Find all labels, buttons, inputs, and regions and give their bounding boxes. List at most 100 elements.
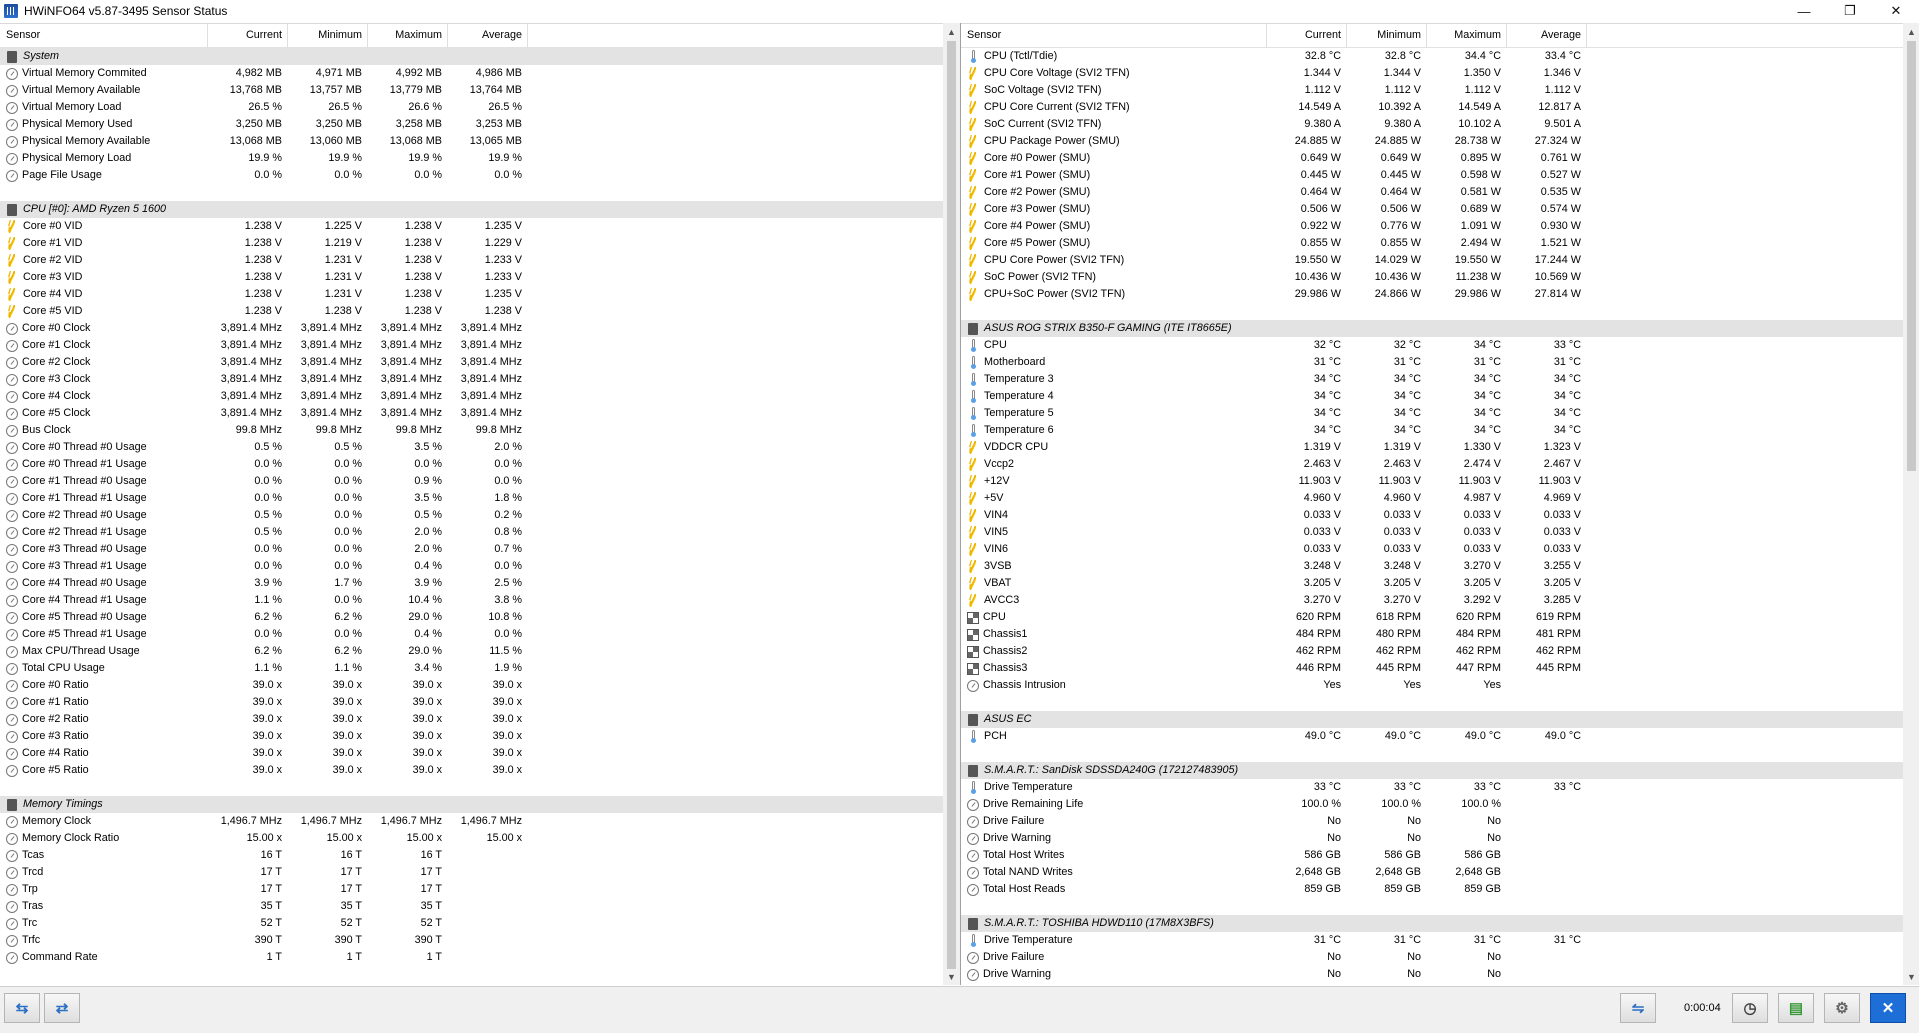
sensor-row[interactable]: Trfc 390 T 390 T 390 T: [0, 932, 943, 949]
sensor-row[interactable]: Max CPU/Thread Usage 6.2 % 6.2 % 29.0 % 11.5…: [0, 643, 943, 660]
sensor-row[interactable]: Core #3 Clock 3,891.4 MHz 3,891.4 MHz 3,891…: [0, 371, 943, 388]
sensor-row[interactable]: Chassis1 484 RPM 480 RPM 484 RPM 481 RPM: [961, 626, 1903, 643]
nav-left-button[interactable]: ⇆: [4, 993, 40, 1023]
network-button[interactable]: ⇋: [1620, 993, 1656, 1023]
sensor-row[interactable]: Core #2 VID 1.238 V 1.231 V 1.238 V 1.233 V: [0, 252, 943, 269]
scroll-thumb[interactable]: [947, 41, 956, 969]
sensor-row[interactable]: SoC Voltage (SVI2 TFN) 1.112 V 1.112 V 1.11…: [961, 82, 1903, 99]
scroll-up-arrow-icon[interactable]: ▲: [1903, 23, 1919, 40]
sensor-row[interactable]: Core #2 Thread #1 Usage 0.5 % 0.0 % 2.0 % 0.…: [0, 524, 943, 541]
close-sensors-button[interactable]: ✕: [1870, 993, 1906, 1023]
sensor-row[interactable]: Total NAND Writes 2,648 GB 2,648 GB 2,648 G…: [961, 864, 1903, 881]
sensor-row[interactable]: Drive Remaining Life 100.0 % 100.0 % 100.0 …: [961, 796, 1903, 813]
sensor-row[interactable]: SoC Current (SVI2 TFN) 9.380 A 9.380 A 10.1…: [961, 116, 1903, 133]
sensor-row[interactable]: CPU 32 °C 32 °C 34 °C 33 °C: [961, 337, 1903, 354]
sensor-group-header[interactable]: CPU [#0]: AMD Ryzen 5 1600: [0, 201, 943, 218]
sensor-row[interactable]: Core #0 Thread #1 Usage 0.0 % 0.0 % 0.0 % 0.…: [0, 456, 943, 473]
sensor-row[interactable]: Virtual Memory Commited 4,982 MB 4,971 MB 4…: [0, 65, 943, 82]
sensor-row[interactable]: Physical Memory Load 19.9 % 19.9 % 19.9 % 19…: [0, 150, 943, 167]
report-button[interactable]: ▤: [1778, 993, 1814, 1023]
sensor-row[interactable]: Core #0 Power (SMU) 0.649 W 0.649 W 0.895 W…: [961, 150, 1903, 167]
sensor-row[interactable]: Trp 17 T 17 T 17 T: [0, 881, 943, 898]
nav-right-button[interactable]: ⇄: [44, 993, 80, 1023]
sensor-row[interactable]: Core #5 Power (SMU) 0.855 W 0.855 W 2.494 W…: [961, 235, 1903, 252]
col-header-maximum[interactable]: Maximum: [1427, 24, 1507, 47]
sensor-row[interactable]: Vccp2 2.463 V 2.463 V 2.474 V 2.467 V: [961, 456, 1903, 473]
col-header-minimum[interactable]: Minimum: [1347, 24, 1427, 47]
sensor-row[interactable]: CPU+SoC Power (SVI2 TFN) 29.986 W 24.866 W…: [961, 286, 1903, 303]
sensor-row[interactable]: Core #4 Power (SMU) 0.922 W 0.776 W 1.091 W…: [961, 218, 1903, 235]
sensor-row[interactable]: Core #2 Power (SMU) 0.464 W 0.464 W 0.581 W…: [961, 184, 1903, 201]
col-header-maximum[interactable]: Maximum: [368, 24, 448, 47]
sensor-row[interactable]: Core #5 Thread #1 Usage 0.0 % 0.0 % 0.4 % 0.…: [0, 626, 943, 643]
sensor-row[interactable]: Core #4 Thread #0 Usage 3.9 % 1.7 % 3.9 % 2.…: [0, 575, 943, 592]
sensor-row[interactable]: VDDCR CPU 1.319 V 1.319 V 1.330 V 1.323 V: [961, 439, 1903, 456]
sensor-row[interactable]: Core #1 Clock 3,891.4 MHz 3,891.4 MHz 3,891…: [0, 337, 943, 354]
sensor-row[interactable]: Core #5 VID 1.238 V 1.238 V 1.238 V 1.238 V: [0, 303, 943, 320]
close-button[interactable]: ✕: [1873, 0, 1919, 22]
sensor-row[interactable]: Core #2 Thread #0 Usage 0.5 % 0.0 % 0.5 % 0.…: [0, 507, 943, 524]
sensor-row[interactable]: Temperature 5 34 °C 34 °C 34 °C 34 °C: [961, 405, 1903, 422]
sensor-group-header[interactable]: System: [0, 48, 943, 65]
sensor-row[interactable]: Chassis2 462 RPM 462 RPM 462 RPM 462 RPM: [961, 643, 1903, 660]
sensor-row[interactable]: Core #0 Clock 3,891.4 MHz 3,891.4 MHz 3,891…: [0, 320, 943, 337]
sensor-row[interactable]: Core #3 Thread #1 Usage 0.0 % 0.0 % 0.4 % 0.…: [0, 558, 943, 575]
sensor-row[interactable]: VIN6 0.033 V 0.033 V 0.033 V 0.033 V: [961, 541, 1903, 558]
col-header-average[interactable]: Average: [1507, 24, 1587, 47]
sensor-row[interactable]: Physical Memory Available 13,068 MB 13,060…: [0, 133, 943, 150]
sensor-group-header[interactable]: Memory Timings: [0, 796, 943, 813]
scroll-thumb[interactable]: [1907, 41, 1916, 471]
sensor-row[interactable]: Tcas 16 T 16 T 16 T: [0, 847, 943, 864]
sensor-row[interactable]: Drive Warning No No No: [961, 966, 1903, 983]
sensor-row[interactable]: Temperature 6 34 °C 34 °C 34 °C 34 °C: [961, 422, 1903, 439]
sensor-row[interactable]: +12V 11.903 V 11.903 V 11.903 V 11.903 V: [961, 473, 1903, 490]
sensor-row[interactable]: CPU Core Current (SVI2 TFN) 14.549 A 10.39…: [961, 99, 1903, 116]
sensor-row[interactable]: Core #1 Ratio 39.0 x 39.0 x 39.0 x 39.0 x: [0, 694, 943, 711]
restore-button[interactable]: ❐: [1827, 0, 1873, 22]
col-header-current[interactable]: Current: [208, 24, 288, 47]
sensor-group-header[interactable]: ASUS ROG STRIX B350-F GAMING (ITE IT8665…: [961, 320, 1903, 337]
sensor-row[interactable]: Total CPU Usage 1.1 % 1.1 % 3.4 % 1.9 %: [0, 660, 943, 677]
scroll-down-arrow-icon[interactable]: ▼: [1903, 968, 1919, 985]
sensor-row[interactable]: Virtual Memory Load 26.5 % 26.5 % 26.6 % 26.…: [0, 99, 943, 116]
sensor-row[interactable]: Chassis3 446 RPM 445 RPM 447 RPM 445 RPM: [961, 660, 1903, 677]
left-scrollbar[interactable]: ▲ ▼: [943, 23, 960, 985]
sensor-row[interactable]: Physical Memory Used 3,250 MB 3,250 MB 3,25…: [0, 116, 943, 133]
sensor-group-header[interactable]: ASUS EC: [961, 711, 1903, 728]
sensor-row[interactable]: Drive Temperature 31 °C 31 °C 31 °C 31 °C: [961, 932, 1903, 949]
sensor-row[interactable]: Total Host Writes 586 GB 586 GB 586 GB: [961, 847, 1903, 864]
sensor-row[interactable]: +5V 4.960 V 4.960 V 4.987 V 4.969 V: [961, 490, 1903, 507]
sensor-row[interactable]: SoC Power (SVI2 TFN) 10.436 W 10.436 W 11.2…: [961, 269, 1903, 286]
sensor-row[interactable]: CPU Core Power (SVI2 TFN) 19.550 W 14.029 …: [961, 252, 1903, 269]
sensor-row[interactable]: Core #4 Thread #1 Usage 1.1 % 0.0 % 10.4 % 3…: [0, 592, 943, 609]
right-scrollbar[interactable]: ▲ ▼: [1903, 23, 1919, 985]
sensor-row[interactable]: Page File Usage 0.0 % 0.0 % 0.0 % 0.0 %: [0, 167, 943, 184]
sensor-row[interactable]: VBAT 3.205 V 3.205 V 3.205 V 3.205 V: [961, 575, 1903, 592]
sensor-row[interactable]: CPU (Tctl/Tdie) 32.8 °C 32.8 °C 34.4 °C 33.4…: [961, 48, 1903, 65]
sensor-row[interactable]: Virtual Memory Available 13,768 MB 13,757 …: [0, 82, 943, 99]
sensor-row[interactable]: Core #5 Clock 3,891.4 MHz 3,891.4 MHz 3,891…: [0, 405, 943, 422]
sensor-group-header[interactable]: S.M.A.R.T.: TOSHIBA HDWD110 (17M8X3BFS): [961, 915, 1903, 932]
col-header-current[interactable]: Current: [1267, 24, 1347, 47]
sensor-row[interactable]: CPU Package Power (SMU) 24.885 W 24.885 W 2…: [961, 133, 1903, 150]
sensor-row[interactable]: Core #2 Clock 3,891.4 MHz 3,891.4 MHz 3,891…: [0, 354, 943, 371]
clock-button[interactable]: ◷: [1732, 993, 1768, 1023]
sensor-row[interactable]: Drive Failure No No No: [961, 813, 1903, 830]
minimize-button[interactable]: —: [1781, 0, 1827, 22]
sensor-row[interactable]: Core #0 VID 1.238 V 1.225 V 1.238 V 1.235 V: [0, 218, 943, 235]
sensor-row[interactable]: Core #3 VID 1.238 V 1.231 V 1.238 V 1.233 V: [0, 269, 943, 286]
sensor-row[interactable]: Drive Temperature 33 °C 33 °C 33 °C 33 °C: [961, 779, 1903, 796]
sensor-row[interactable]: Drive Failure No No No: [961, 949, 1903, 966]
sensor-row[interactable]: Command Rate 1 T 1 T 1 T: [0, 949, 943, 966]
scroll-up-arrow-icon[interactable]: ▲: [943, 23, 960, 40]
sensor-row[interactable]: CPU Core Voltage (SVI2 TFN) 1.344 V 1.344 …: [961, 65, 1903, 82]
sensor-row[interactable]: Core #3 Power (SMU) 0.506 W 0.506 W 0.689 W…: [961, 201, 1903, 218]
col-header-minimum[interactable]: Minimum: [288, 24, 368, 47]
sensor-row[interactable]: Core #1 Power (SMU) 0.445 W 0.445 W 0.598 W…: [961, 167, 1903, 184]
sensor-row[interactable]: Core #1 VID 1.238 V 1.219 V 1.238 V 1.229 V: [0, 235, 943, 252]
sensor-row[interactable]: 3VSB 3.248 V 3.248 V 3.270 V 3.255 V: [961, 558, 1903, 575]
sensor-row[interactable]: AVCC3 3.270 V 3.270 V 3.292 V 3.285 V: [961, 592, 1903, 609]
sensor-row[interactable]: Core #1 Thread #0 Usage 0.0 % 0.0 % 0.9 % 0.…: [0, 473, 943, 490]
sensor-row[interactable]: Tras 35 T 35 T 35 T: [0, 898, 943, 915]
sensor-row[interactable]: Bus Clock 99.8 MHz 99.8 MHz 99.8 MHz 99.8 MH…: [0, 422, 943, 439]
